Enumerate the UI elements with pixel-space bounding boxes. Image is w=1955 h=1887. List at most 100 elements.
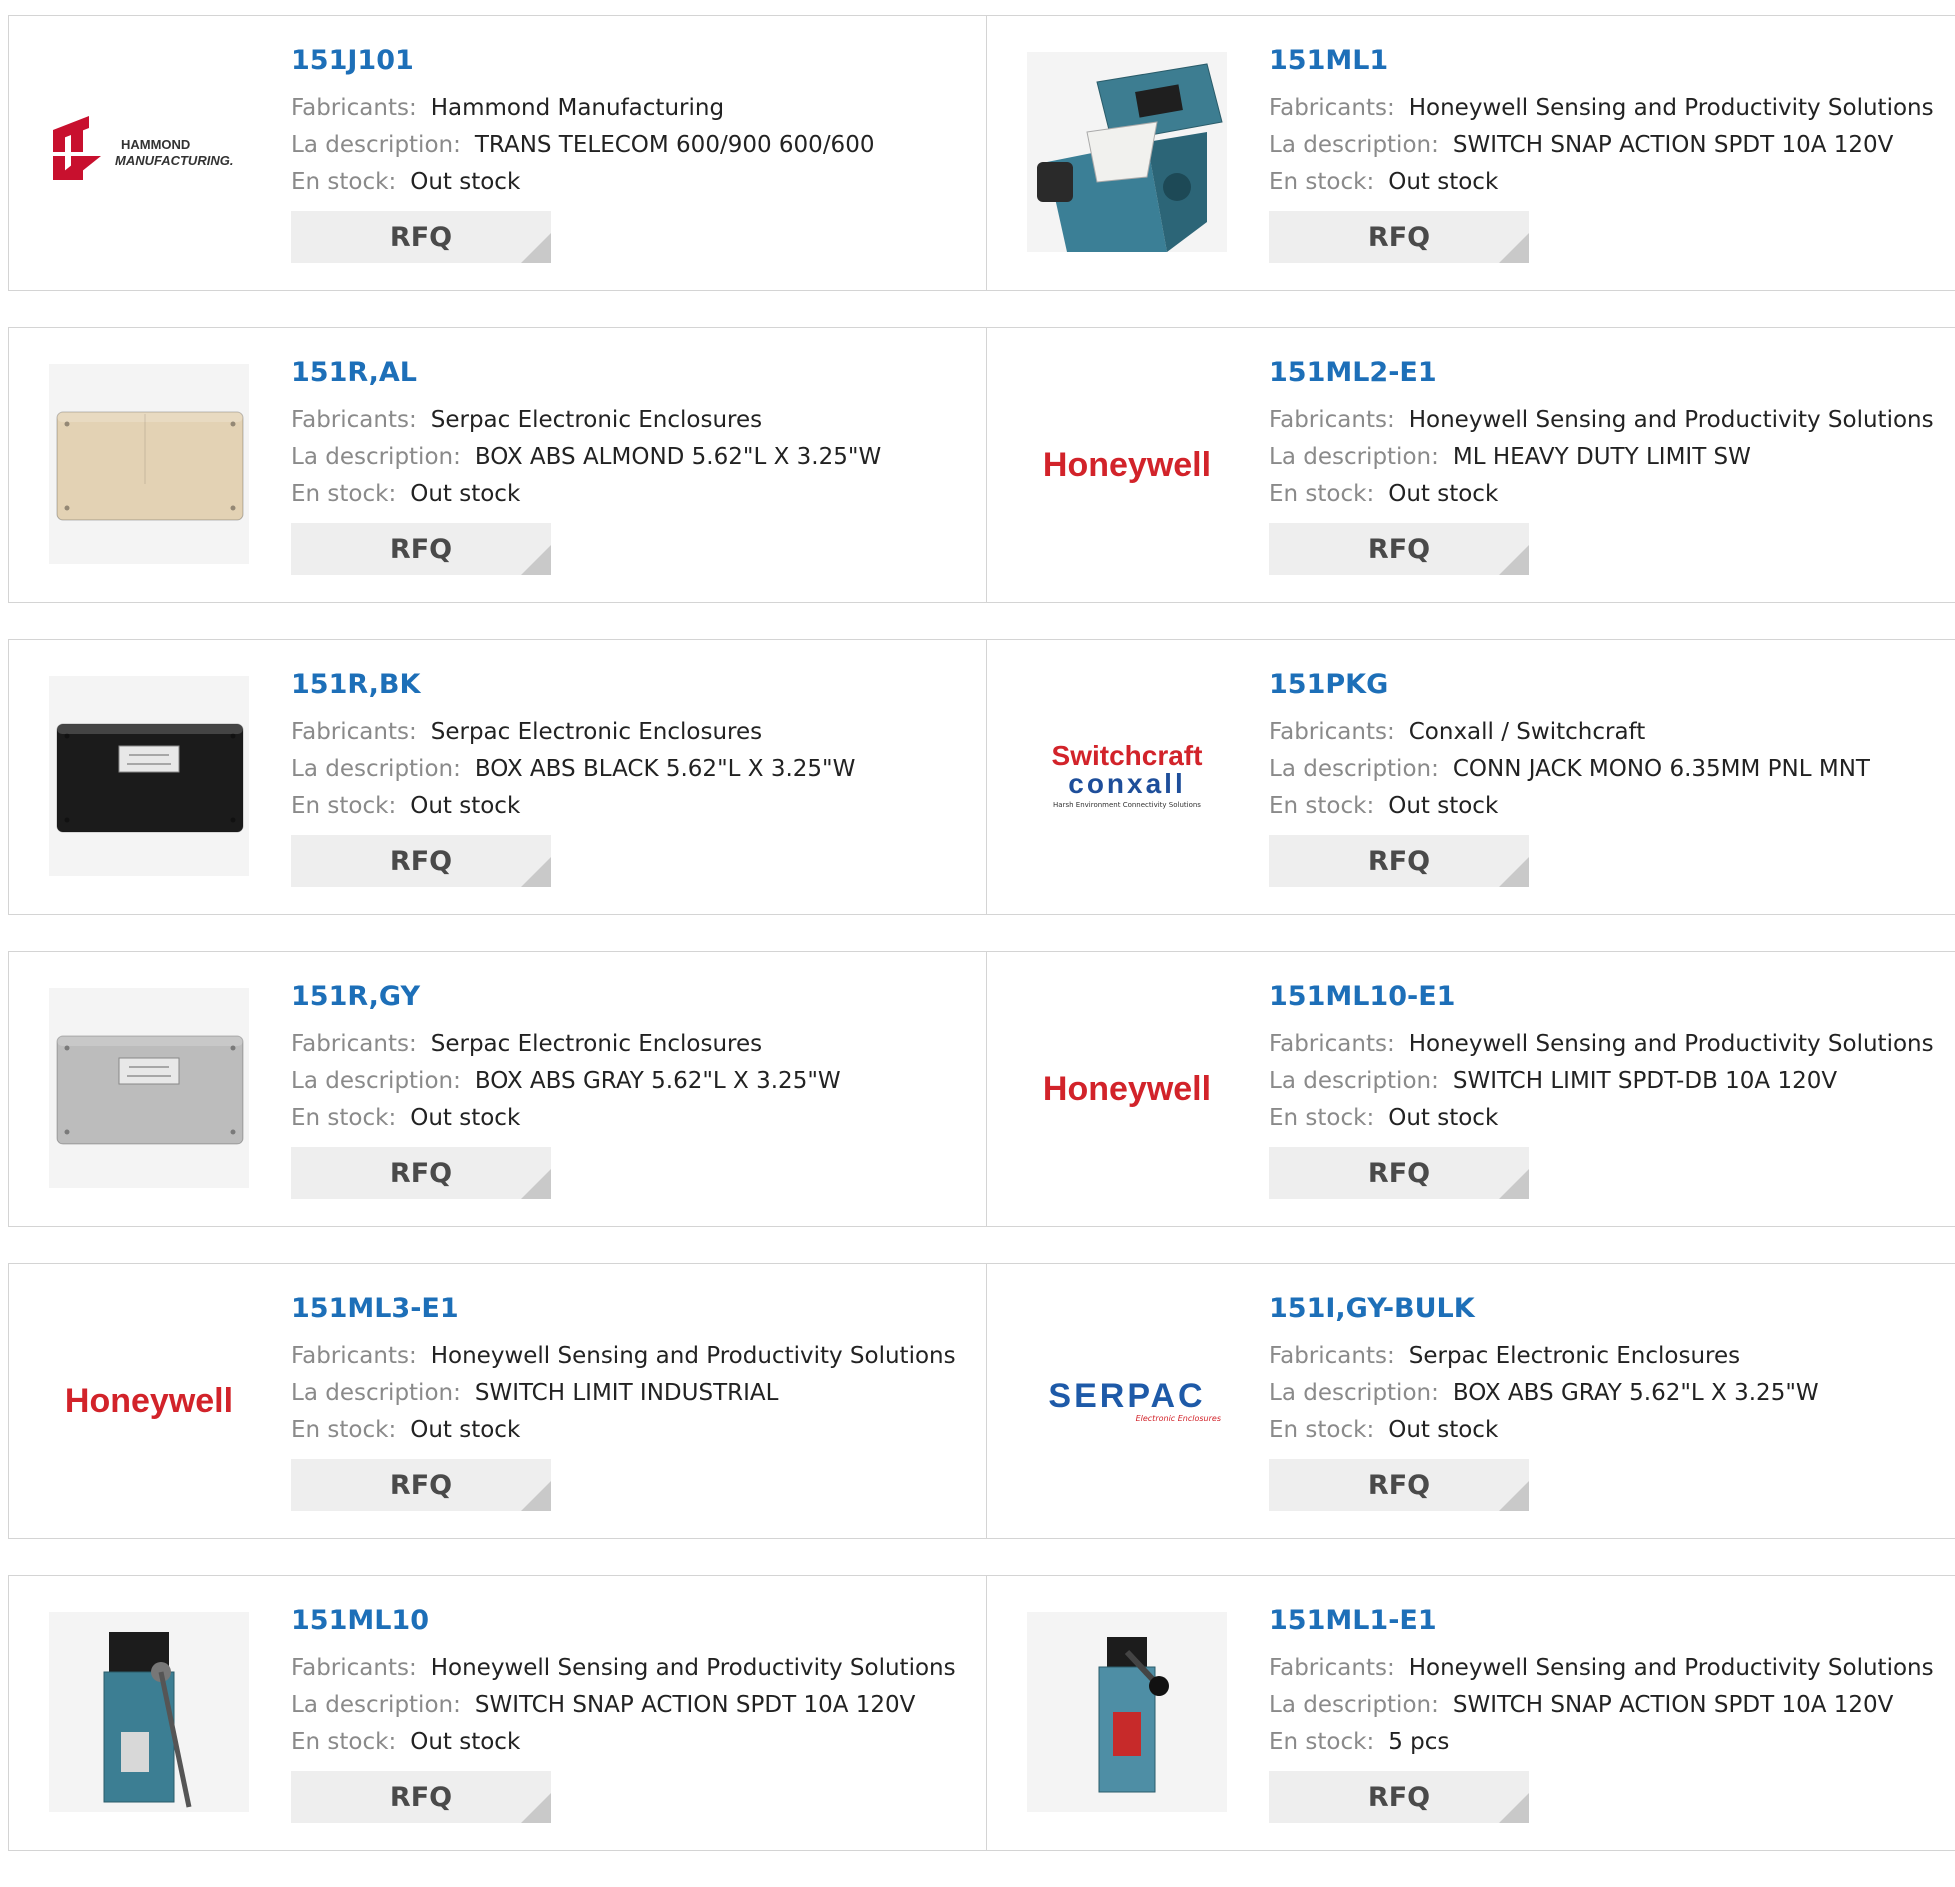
product-image-hammond-logo[interactable]: HAMMOND MANUFACTURING. [49, 52, 249, 252]
description-label: La description: [291, 756, 461, 782]
product-card: 151R,GY Fabricants: Serpac Electronic Enc… [9, 952, 987, 1226]
stock-line: En stock: Out stock [291, 788, 855, 825]
description-label: La description: [291, 132, 461, 158]
product-image-honeywell-logo[interactable]: Honeywell [49, 1300, 249, 1500]
product-info: 151ML1 Fabricants: Honeywell Sensing and … [1269, 44, 1934, 263]
part-number-link[interactable]: 151ML10-E1 [1269, 980, 1934, 1014]
product-image-honeywell-logo[interactable]: Honeywell [1027, 364, 1227, 564]
logo-text-2: Electronic Enclosures [1136, 1414, 1221, 1423]
description-label: La description: [291, 444, 461, 470]
stock-value: Out stock [1388, 1417, 1499, 1443]
product-info: 151ML3-E1 Fabricants: Honeywell Sensing a… [291, 1292, 956, 1511]
rfq-button-label: RFQ [389, 1469, 453, 1501]
manufacturer-value: Hammond Manufacturing [430, 95, 725, 121]
part-number-link[interactable]: 151ML3-E1 [291, 1292, 956, 1326]
rfq-button[interactable]: RFQ [1269, 1147, 1529, 1199]
description-value: BOX ABS BLACK 5.62"L X 3.25"W [474, 756, 856, 782]
description-line: La description: SWITCH SNAP ACTION SPDT 1… [1269, 1687, 1934, 1724]
rfq-button-label: RFQ [1367, 1781, 1431, 1813]
part-number-link[interactable]: 151I,GY-BULK [1269, 1292, 1819, 1326]
manufacturer-line: Fabricants: Honeywell Sensing and Product… [1269, 1026, 1934, 1063]
part-number-link[interactable]: 151PKG [1269, 668, 1870, 702]
product-image-black-box-photo[interactable] [49, 676, 249, 876]
part-number-link[interactable]: 151ML1-E1 [1269, 1604, 1934, 1638]
product-info: 151ML1-E1 Fabricants: Honeywell Sensing a… [1269, 1604, 1934, 1823]
corner-fold-icon [1499, 1169, 1529, 1199]
description-line: La description: SWITCH SNAP ACTION SPDT 1… [291, 1687, 956, 1724]
logo-text-3: Harsh Environment Connectivity Solutions [1053, 801, 1201, 809]
corner-fold-icon [1499, 857, 1529, 887]
stock-line: En stock: Out stock [1269, 476, 1934, 513]
product-image-almond-box-photo[interactable] [49, 364, 249, 564]
stock-label: En stock: [291, 1417, 397, 1443]
description-line: La description: SWITCH LIMIT INDUSTRIAL [291, 1375, 956, 1412]
product-image-limit-switch-lever-photo[interactable] [49, 1612, 249, 1812]
manufacturer-label: Fabricants: [1269, 1031, 1395, 1057]
product-image-serpac-logo[interactable]: SERPAC Electronic Enclosures [1027, 1300, 1227, 1500]
manufacturer-line: Fabricants: Conxall / Switchcraft [1269, 714, 1870, 751]
stock-line: En stock: Out stock [291, 164, 874, 201]
product-row: Honeywell 151ML3-E1 Fabricants: Honeywell… [8, 1263, 1955, 1539]
stock-value: Out stock [410, 793, 521, 819]
description-line: La description: SWITCH LIMIT SPDT-DB 10A … [1269, 1063, 1934, 1100]
logo-text-1: SERPAC [1048, 1377, 1205, 1415]
product-image-gray-box-photo[interactable] [49, 988, 249, 1188]
corner-fold-icon [521, 857, 551, 887]
stock-label: En stock: [291, 169, 397, 195]
manufacturer-label: Fabricants: [291, 1343, 417, 1369]
product-info: 151R,AL Fabricants: Serpac Electronic Enc… [291, 356, 881, 575]
corner-fold-icon [1499, 1793, 1529, 1823]
stock-line: En stock: Out stock [1269, 164, 1934, 201]
stock-label: En stock: [291, 793, 397, 819]
part-number-link[interactable]: 151R,AL [291, 356, 881, 390]
description-label: La description: [1269, 1692, 1439, 1718]
part-number-link[interactable]: 151R,BK [291, 668, 855, 702]
stock-label: En stock: [291, 1105, 397, 1131]
rfq-button[interactable]: RFQ [1269, 523, 1529, 575]
manufacturer-value: Honeywell Sensing and Productivity Solut… [1408, 95, 1934, 121]
manufacturer-value: Serpac Electronic Enclosures [430, 719, 763, 745]
logo-text-1: HAMMOND [121, 137, 190, 152]
manufacturer-value: Honeywell Sensing and Productivity Solut… [1408, 407, 1934, 433]
stock-line: En stock: Out stock [1269, 788, 1870, 825]
rfq-button[interactable]: RFQ [291, 1771, 551, 1823]
rfq-button[interactable]: RFQ [291, 211, 551, 263]
logo-text: Honeywell [65, 1382, 233, 1420]
part-number-link[interactable]: 151R,GY [291, 980, 841, 1014]
rfq-button[interactable]: RFQ [1269, 211, 1529, 263]
manufacturer-line: Fabricants: Serpac Electronic Enclosures [1269, 1338, 1819, 1375]
part-number-link[interactable]: 151ML2-E1 [1269, 356, 1934, 390]
stock-label: En stock: [291, 481, 397, 507]
description-line: La description: BOX ABS BLACK 5.62"L X 3.… [291, 751, 855, 788]
part-number-link[interactable]: 151ML10 [291, 1604, 956, 1638]
manufacturer-value: Honeywell Sensing and Productivity Solut… [430, 1655, 956, 1681]
description-line: La description: BOX ABS GRAY 5.62"L X 3.2… [291, 1063, 841, 1100]
rfq-button[interactable]: RFQ [291, 835, 551, 887]
manufacturer-value: Conxall / Switchcraft [1408, 719, 1646, 745]
rfq-button[interactable]: RFQ [291, 1459, 551, 1511]
rfq-button[interactable]: RFQ [291, 1147, 551, 1199]
part-number-link[interactable]: 151J101 [291, 44, 874, 78]
manufacturer-label: Fabricants: [291, 719, 417, 745]
manufacturer-line: Fabricants: Honeywell Sensing and Product… [1269, 402, 1934, 439]
product-card: 151R,AL Fabricants: Serpac Electronic Enc… [9, 328, 987, 602]
manufacturer-line: Fabricants: Honeywell Sensing and Product… [1269, 1650, 1934, 1687]
rfq-button[interactable]: RFQ [1269, 835, 1529, 887]
stock-line: En stock: Out stock [291, 1412, 956, 1449]
product-image-limit-switch-roller-photo[interactable] [1027, 1612, 1227, 1812]
part-number-link[interactable]: 151ML1 [1269, 44, 1934, 78]
description-label: La description: [1269, 1380, 1439, 1406]
rfq-button[interactable]: RFQ [291, 523, 551, 575]
rfq-button[interactable]: RFQ [1269, 1771, 1529, 1823]
stock-label: En stock: [1269, 1729, 1375, 1755]
rfq-button[interactable]: RFQ [1269, 1459, 1529, 1511]
logo-text-2: conxall [1068, 768, 1185, 799]
description-value: TRANS TELECOM 600/900 600/600 [474, 132, 875, 158]
corner-fold-icon [521, 233, 551, 263]
product-image-limit-switch-photo[interactable] [1027, 52, 1227, 252]
product-image-switchcraft-logo[interactable]: Switchcraft conxall Harsh Environment Co… [1027, 676, 1227, 876]
manufacturer-label: Fabricants: [1269, 407, 1395, 433]
stock-line: En stock: Out stock [291, 476, 881, 513]
product-image-honeywell-logo[interactable]: Honeywell [1027, 988, 1227, 1188]
description-line: La description: CONN JACK MONO 6.35MM PNL… [1269, 751, 1870, 788]
